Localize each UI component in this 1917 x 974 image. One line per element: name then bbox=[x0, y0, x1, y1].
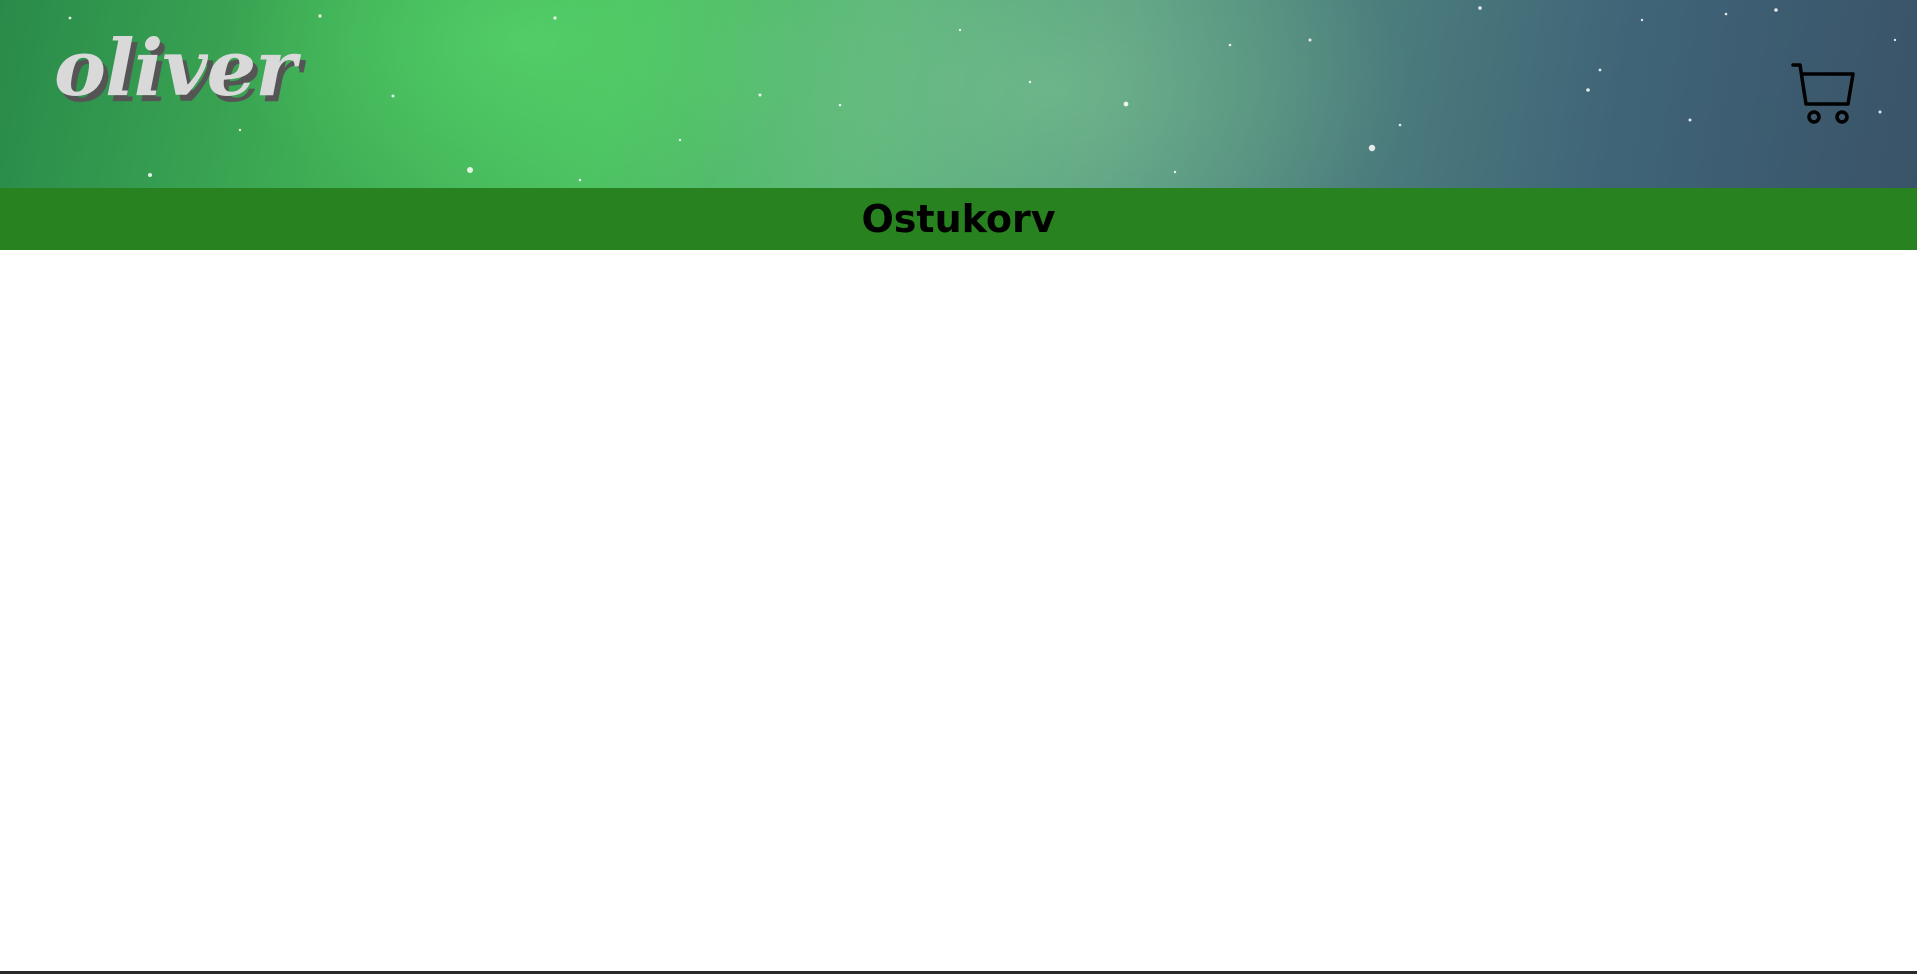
site-header: oliver bbox=[0, 0, 1917, 188]
shopping-cart-icon bbox=[1791, 63, 1855, 124]
cart-button[interactable] bbox=[1790, 60, 1858, 128]
page-banner: Ostukorv bbox=[0, 188, 1917, 250]
site-logo[interactable]: oliver bbox=[54, 30, 296, 108]
cart-content-area bbox=[0, 250, 1917, 971]
page-title: Ostukorv bbox=[861, 197, 1056, 241]
